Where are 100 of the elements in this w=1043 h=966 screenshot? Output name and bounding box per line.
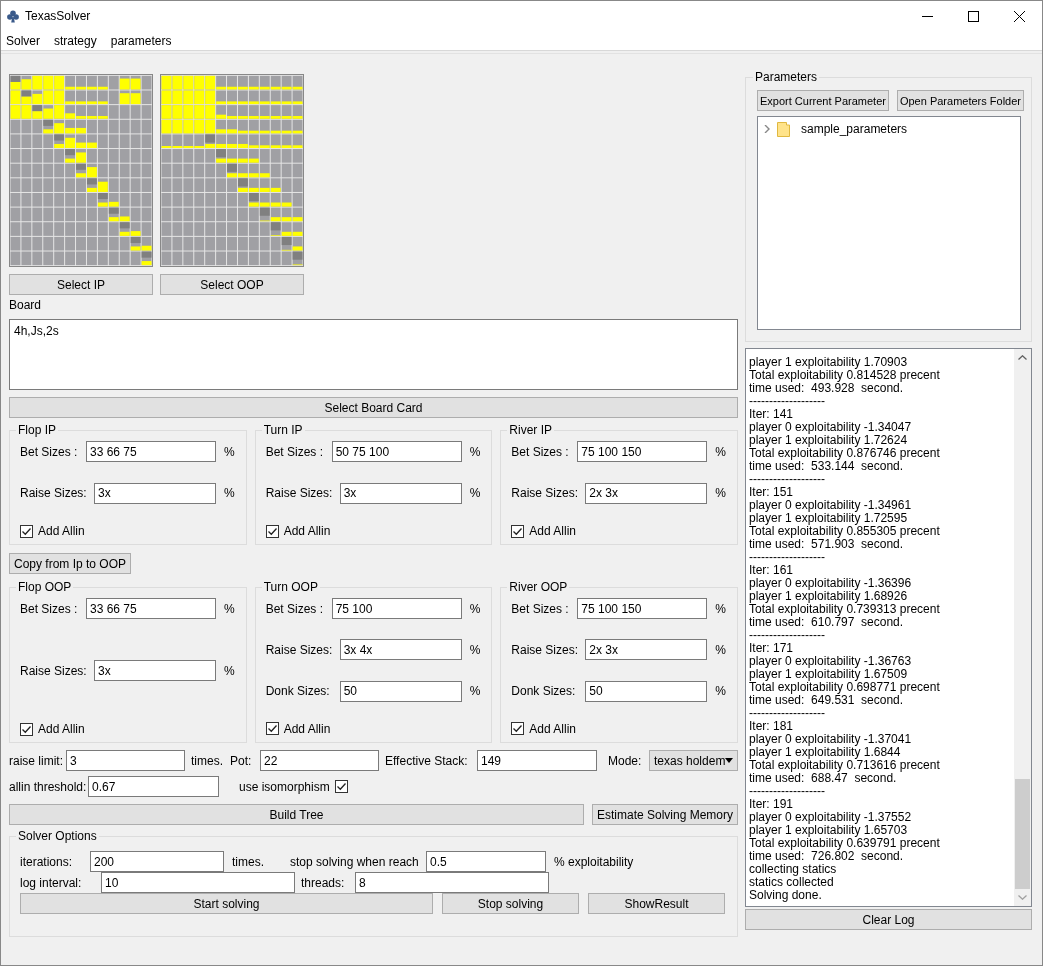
log-line: Total exploitability 0.876746 precent <box>749 447 941 460</box>
size-input[interactable]: 33 66 75 <box>86 598 216 619</box>
size-input[interactable]: 3x <box>94 660 216 681</box>
log-line: player 0 exploitability -1.34047 <box>749 421 913 434</box>
checkbox[interactable] <box>511 524 525 538</box>
copy-button[interactable]: Copy from Ip to OOP <box>9 553 132 574</box>
checkbox[interactable] <box>265 524 279 538</box>
select-range-button[interactable]: Select OOP <box>160 274 304 295</box>
field-label: Bet Sizes : <box>265 601 325 616</box>
log-line: player 0 exploitability -1.36763 <box>749 655 913 668</box>
size-input[interactable]: 50 75 100 <box>331 441 462 462</box>
checkbox[interactable] <box>20 524 33 538</box>
log-line: time used: 610.797 second. <box>749 616 904 629</box>
menu-item[interactable]: parameters <box>105 33 179 48</box>
field-label: Raise Sizes: <box>265 486 334 500</box>
unit-label: % <box>715 486 726 500</box>
board-field[interactable]: 4h,Js,2s <box>9 319 738 390</box>
folder-icon <box>777 121 790 137</box>
pot-input[interactable]: 22 <box>260 750 379 771</box>
size-input[interactable]: 75 100 <box>331 598 462 619</box>
checkbox-label: Add Allin <box>38 722 85 736</box>
raise-limit-input[interactable]: 3 <box>66 750 185 771</box>
scrollbar[interactable] <box>1014 349 1031 906</box>
unit-label: % <box>469 601 481 616</box>
size-input[interactable]: 3x <box>339 482 462 504</box>
parameter-button[interactable]: Export Current Parameter <box>757 90 889 111</box>
checkbox[interactable] <box>265 722 279 736</box>
threads-input[interactable]: 8 <box>355 872 549 893</box>
scroll-thumb[interactable] <box>1015 779 1030 889</box>
stop-threshold-input[interactable]: 0.5 <box>426 851 546 872</box>
board-label: Board <box>9 298 43 312</box>
field-label: log interval: <box>20 875 83 890</box>
log-line: collecting statics <box>749 863 838 876</box>
solver-button[interactable]: ShowResult <box>588 893 725 914</box>
field-label: Raise Sizes: <box>265 642 334 657</box>
menu-item[interactable]: strategy <box>49 33 104 48</box>
log-line: ------------------- <box>749 629 826 642</box>
allin-threshold-input[interactable]: 0.67 <box>88 776 219 797</box>
log-line: Total exploitability 0.739313 precent <box>749 603 941 616</box>
log-line: player 1 exploitability 1.72595 <box>749 512 909 525</box>
log-line: player 1 exploitability 1.65703 <box>749 824 909 837</box>
checkbox-label: Add Allin <box>529 722 577 736</box>
log-line: player 1 exploitability 1.6844 <box>749 746 902 759</box>
log-line: time used: 649.531 second. <box>749 694 904 707</box>
group-title: Parameters <box>754 70 819 84</box>
size-input[interactable]: 50 <box>585 680 708 702</box>
group-title: Turn IP <box>262 423 304 437</box>
unit-label: % <box>469 486 481 500</box>
size-input[interactable]: 75 100 150 <box>577 441 708 462</box>
unit-label: % exploitability <box>554 854 634 869</box>
log-line: Iter: 141 <box>749 408 795 421</box>
size-input[interactable]: 2x 3x <box>585 639 708 661</box>
stack-input[interactable]: 149 <box>477 750 597 771</box>
close-icon[interactable] <box>1013 10 1025 22</box>
checkbox[interactable] <box>20 722 33 736</box>
unit-label: times. <box>191 753 224 768</box>
unit-label: % <box>224 444 235 459</box>
log-line: Iter: 171 <box>749 642 795 655</box>
log-line: Total exploitability 0.855305 precent <box>749 525 941 538</box>
iterations-input[interactable]: 200 <box>90 851 224 872</box>
field-label: Bet Sizes : <box>511 444 570 459</box>
select-range-button[interactable]: Select IP <box>9 274 153 295</box>
size-input[interactable]: 75 100 150 <box>577 598 708 619</box>
size-input[interactable]: 3x <box>94 482 216 504</box>
size-input[interactable]: 3x 4x <box>339 639 462 661</box>
log-interval-input[interactable]: 10 <box>101 872 295 893</box>
field-label: Pot: <box>230 753 253 768</box>
log-line: Total exploitability 0.713616 precent <box>749 759 941 772</box>
field-label: Donk Sizes: <box>265 684 331 699</box>
checkbox[interactable] <box>334 780 348 793</box>
log-line: time used: 571.903 second. <box>749 538 904 551</box>
unit-label: times. <box>232 854 265 869</box>
log-line: ------------------- <box>749 551 826 564</box>
field-label: allin threshold: <box>9 779 88 794</box>
scroll-up-icon[interactable] <box>1018 355 1027 360</box>
maximize-icon[interactable] <box>967 10 979 22</box>
unit-label: % <box>715 642 726 657</box>
size-input[interactable]: 2x 3x <box>585 482 708 504</box>
select-board-button[interactable]: Select Board Card <box>9 397 738 418</box>
log-line: Iter: 161 <box>749 564 795 577</box>
parameter-button[interactable]: Open Parameters Folder <box>896 90 1024 111</box>
log-line: ------------------- <box>749 395 826 408</box>
tree-item[interactable]: sample_parameters <box>763 120 1015 138</box>
clear-log-button[interactable]: Clear Log <box>745 909 1032 930</box>
unit-label: % <box>715 684 726 699</box>
build-tree-button[interactable]: Build Tree <box>9 804 584 825</box>
unit-label: % <box>715 601 726 616</box>
size-input[interactable]: 50 <box>339 680 462 702</box>
solver-button[interactable]: Stop solving <box>442 893 579 914</box>
log-line: Iter: 191 <box>749 798 795 811</box>
unit-label: % <box>224 601 235 616</box>
checkbox[interactable] <box>511 722 525 736</box>
mode-dropdown[interactable]: texas holdem <box>649 750 738 771</box>
field-label: Bet Sizes : <box>20 601 79 616</box>
size-input[interactable]: 33 66 75 <box>86 441 216 462</box>
estimate-memory-button[interactable]: Estimate Solving Memory <box>591 804 738 825</box>
solver-button[interactable]: Start solving <box>20 893 433 914</box>
log-line: Total exploitability 0.814528 precent <box>749 369 941 382</box>
checkbox-label: Add Allin <box>283 722 331 736</box>
menu-item[interactable]: Solver <box>1 33 47 48</box>
